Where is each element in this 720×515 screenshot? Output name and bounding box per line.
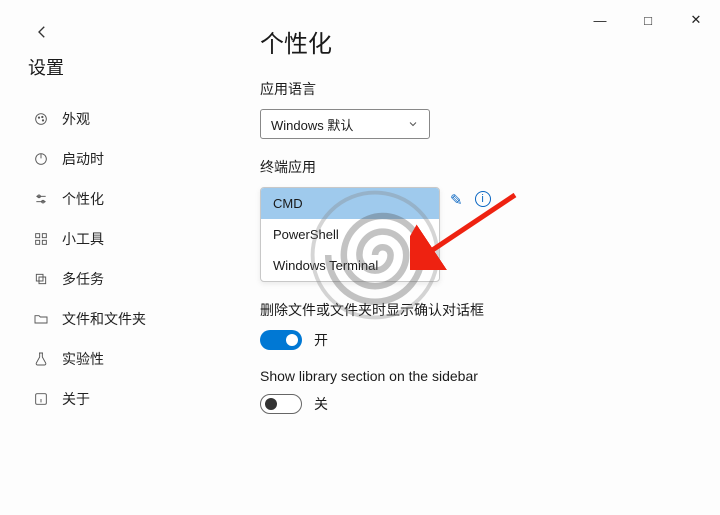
terminal-app-dropdown: CMD PowerShell Windows Terminal [260,187,440,282]
delete-confirm-toggle[interactable] [260,330,302,350]
chevron-down-icon [407,118,419,130]
delete-confirm-state: 开 [314,330,328,350]
sidebar-item-experimental[interactable]: 实验性 [24,342,224,376]
terminal-option-powershell[interactable]: PowerShell [261,219,439,250]
nav-label: 多任务 [62,269,104,289]
app-language-selected: Windows 默认 [271,115,353,134]
back-button[interactable] [28,18,56,46]
palette-icon [32,110,50,128]
sidebar-item-multitask[interactable]: 多任务 [24,262,224,296]
app-language-select[interactable]: Windows 默认 [260,109,430,139]
flask-icon [32,350,50,368]
nav-label: 实验性 [62,349,104,369]
page-title: 个性化 [260,24,700,59]
sidebar-item-appearance[interactable]: 外观 [24,102,224,136]
nav-label: 小工具 [62,229,104,249]
nav-label: 关于 [62,389,90,409]
folder-icon [32,310,50,328]
layers-icon [32,270,50,288]
library-sidebar-row: 关 [260,394,700,414]
library-sidebar-label: Show library section on the sidebar [260,368,700,384]
edit-icon[interactable]: ✎ [450,191,463,209]
back-arrow-icon [33,23,51,41]
info-icon[interactable]: i [475,191,491,207]
terminal-app-dropdown-wrap: CMD PowerShell Windows Terminal ✎ i [260,187,700,282]
settings-title: 设置 [24,54,224,80]
power-icon [32,150,50,168]
content-pane: 个性化 应用语言 Windows 默认 终端应用 CMD PowerShell … [260,24,700,414]
nav-label: 外观 [62,109,90,129]
library-sidebar-state: 关 [314,394,328,414]
terminal-option-windows-terminal[interactable]: Windows Terminal [261,250,439,281]
terminal-side-actions: ✎ i [450,191,491,209]
library-sidebar-toggle[interactable] [260,394,302,414]
sidebar-item-files[interactable]: 文件和文件夹 [24,302,224,336]
nav-label: 启动时 [62,149,104,169]
nav-label: 文件和文件夹 [62,309,146,329]
terminal-app-label: 终端应用 [260,157,700,177]
nav-label: 个性化 [62,189,104,209]
sidebar-item-startup[interactable]: 启动时 [24,142,224,176]
nav-list: 外观 启动时 个性化 小工具 多任务 文件和文件夹 实验性 关于 [24,102,224,416]
sidebar-item-widgets[interactable]: 小工具 [24,222,224,256]
delete-confirm-row: 开 [260,330,700,350]
info-square-icon [32,390,50,408]
sidebar-item-about[interactable]: 关于 [24,382,224,416]
sidebar: 设置 外观 启动时 个性化 小工具 多任务 文件和文件夹 实验性 [24,54,224,416]
delete-confirm-label: 删除文件或文件夹时显示确认对话框 [260,300,700,320]
grid-icon [32,230,50,248]
app-language-label: 应用语言 [260,79,700,99]
sliders-icon [32,190,50,208]
terminal-option-cmd[interactable]: CMD [261,188,439,219]
sidebar-item-personalize[interactable]: 个性化 [24,182,224,216]
